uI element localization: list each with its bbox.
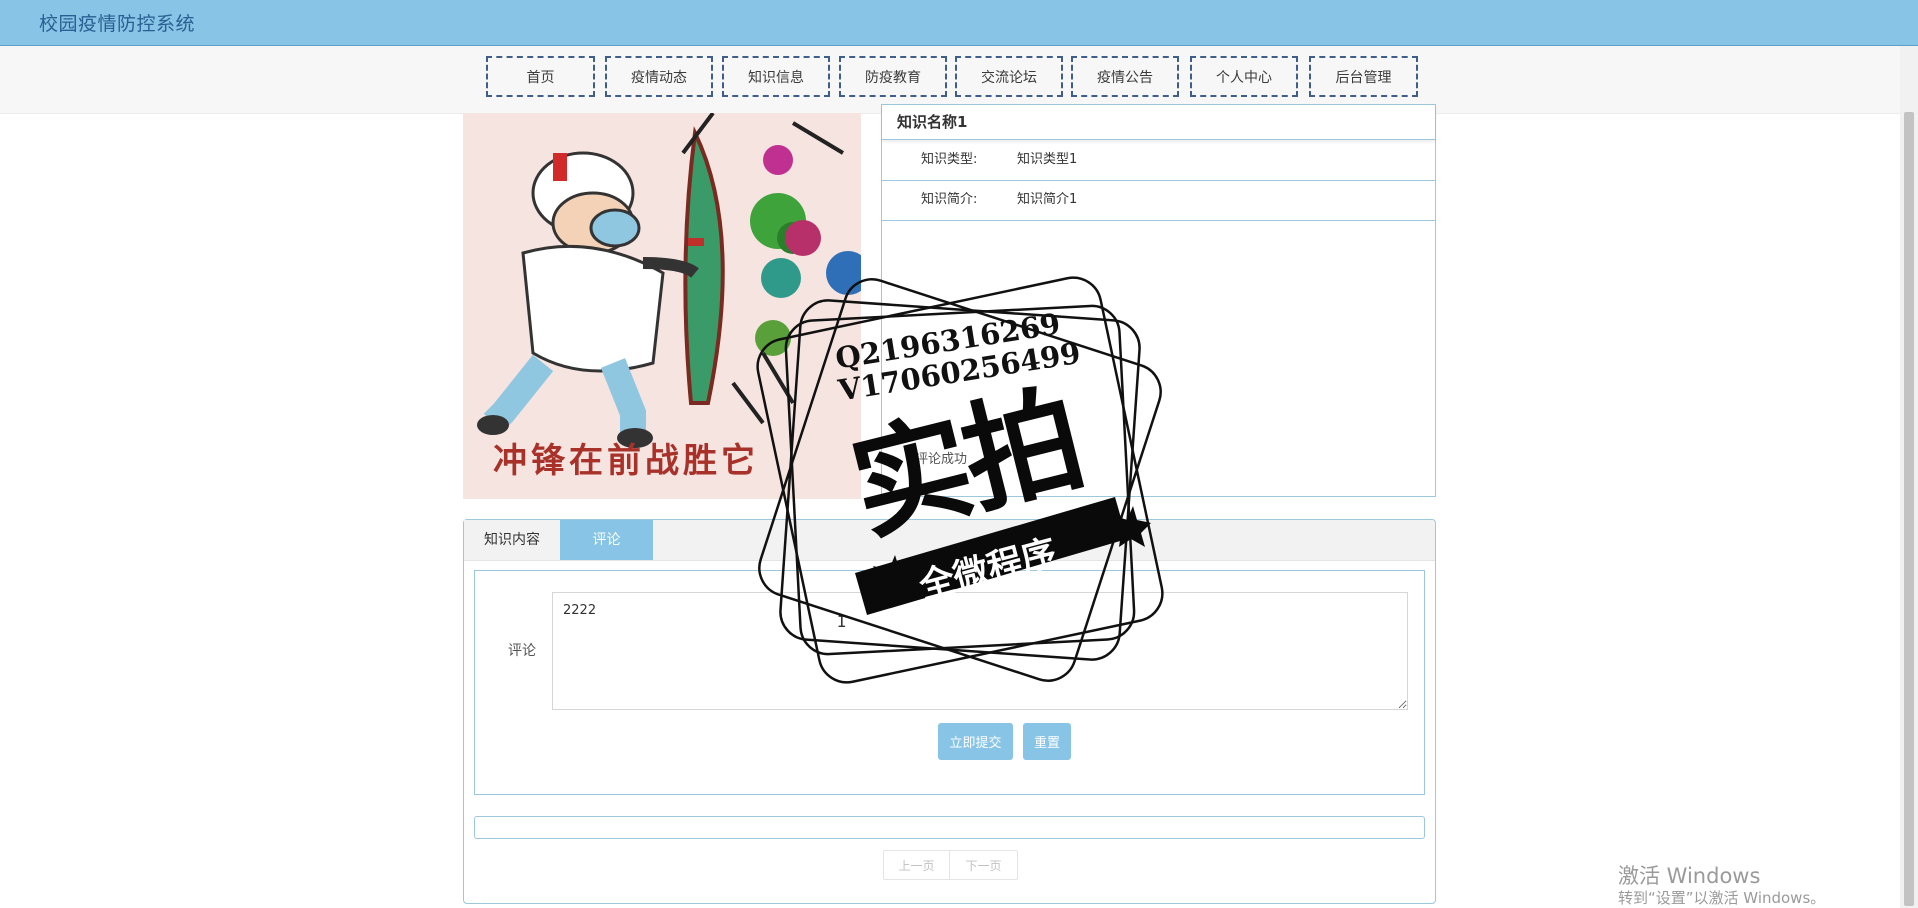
toast-message: 评论成功 xyxy=(915,452,968,467)
knowledge-intro-label: 知识简介: xyxy=(921,192,978,207)
scrollbar-thumb[interactable] xyxy=(1904,112,1914,906)
knowledge-type-row: 知识类型: 知识类型1 xyxy=(882,140,1435,181)
comment-textarea[interactable] xyxy=(552,592,1408,710)
tab-header: 知识内容 评论 xyxy=(464,520,1435,561)
text-cursor-icon: I xyxy=(837,612,847,631)
prev-page-button[interactable]: 上一页 xyxy=(883,850,950,880)
tab-knowledge-content[interactable]: 知识内容 xyxy=(464,520,560,560)
next-page-button[interactable]: 下一页 xyxy=(950,850,1018,880)
nav-item-prevention-education[interactable]: 防疫教育 xyxy=(839,56,947,97)
site-title[interactable]: 校园疫情防控系统 xyxy=(39,9,195,36)
nav-item-epidemic-news[interactable]: 疫情动态 xyxy=(605,56,713,97)
comment-list xyxy=(474,816,1425,839)
top-header: 校园疫情防控系统 xyxy=(0,0,1918,46)
tab-comment[interactable]: 评论 xyxy=(560,520,653,560)
nav-item-announcements[interactable]: 疫情公告 xyxy=(1071,56,1179,97)
knowledge-type-label: 知识类型: xyxy=(921,152,978,167)
knowledge-intro-value: 知识简介1 xyxy=(1017,192,1078,207)
comment-label: 评论 xyxy=(508,643,536,659)
knowledge-tabs: 知识内容 评论 评论 立即提交 重置 上一页 下一页 xyxy=(463,519,1436,904)
nav-item-forum[interactable]: 交流论坛 xyxy=(955,56,1063,97)
submit-button[interactable]: 立即提交 xyxy=(938,723,1013,760)
comment-form: 评论 立即提交 重置 xyxy=(474,570,1425,795)
windows-activation-subtitle: 转到“设置”以激活 Windows。 xyxy=(1618,889,1826,907)
knowledge-type-value: 知识类型1 xyxy=(1017,152,1078,167)
windows-activation-title: 激活 Windows xyxy=(1618,864,1761,888)
knowledge-image-caption: 冲锋在前战胜它 xyxy=(493,441,759,481)
nav-item-knowledge[interactable]: 知识信息 xyxy=(722,56,830,97)
knowledge-image: 冲锋在前战胜它 xyxy=(463,113,861,499)
nav-item-personal-center[interactable]: 个人中心 xyxy=(1190,56,1298,97)
knowledge-name: 知识名称1 xyxy=(882,105,1435,140)
knowledge-intro-row: 知识简介: 知识简介1 xyxy=(882,180,1435,221)
nav-item-admin[interactable]: 后台管理 xyxy=(1309,56,1418,97)
nav-item-home[interactable]: 首页 xyxy=(486,56,595,97)
reset-button[interactable]: 重置 xyxy=(1023,723,1071,760)
knowledge-detail-panel: 知识名称1 知识类型: 知识类型1 知识简介: 知识简介1 xyxy=(881,104,1436,497)
page-scrollbar[interactable] xyxy=(1900,46,1918,908)
